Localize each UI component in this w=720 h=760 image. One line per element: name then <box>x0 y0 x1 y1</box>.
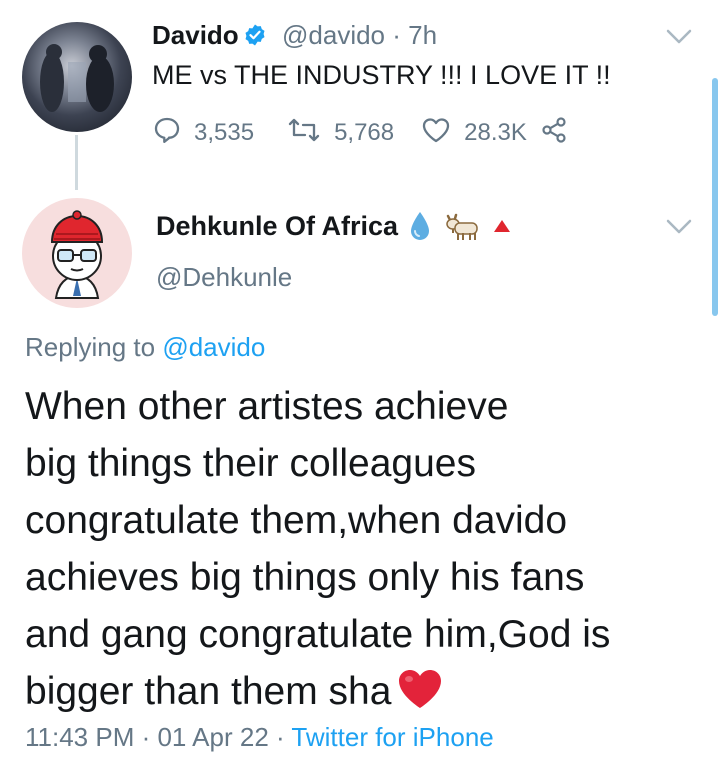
davido-meta: @davido · 7h <box>282 20 437 51</box>
reply-line: congratulate them,when davido <box>25 499 568 542</box>
tweet-actions: 3,535 5,768 28.3K <box>152 116 581 150</box>
thread-line <box>75 135 78 190</box>
reply-count: 3,535 <box>194 119 255 146</box>
like-icon <box>420 115 464 152</box>
reply-line: big things their colleagues <box>25 442 476 485</box>
reply-line: achieves big things only his fans <box>25 556 585 599</box>
reply-icon <box>152 115 194 152</box>
dehkunle-display-name[interactable]: Dehkunle Of Africa <box>156 210 512 242</box>
goat-icon <box>442 210 482 242</box>
replying-to-link[interactable]: @davido <box>162 332 265 362</box>
red-triangle-icon <box>492 216 512 236</box>
reply-line: When other artistes achieve <box>25 385 509 428</box>
tweet-time[interactable]: 7h <box>408 20 437 50</box>
dehkunle-handle[interactable]: @Dehkunle <box>156 262 292 293</box>
tweet-source[interactable]: Twitter for iPhone <box>291 722 493 752</box>
dehkunle-avatar[interactable] <box>22 198 132 308</box>
like-count: 28.3K <box>464 119 527 146</box>
replying-to: Replying to @davido <box>25 332 266 362</box>
verified-badge-icon <box>243 23 267 54</box>
retweet-icon <box>286 115 334 152</box>
davido-display-name[interactable]: Davido <box>152 20 267 54</box>
chevron-down-icon[interactable] <box>664 27 694 47</box>
reply-button[interactable]: 3,535 <box>152 115 254 152</box>
tweet-text: ME vs THE INDUSTRY !!! I LOVE IT !! <box>152 60 611 90</box>
reply-text: When other artistes achieve big things t… <box>25 378 705 726</box>
tweet-timestamp[interactable]: 11:43 PM · 01 Apr 22 · <box>25 722 291 752</box>
share-icon <box>539 115 581 152</box>
retweet-count: 5,768 <box>334 119 395 146</box>
red-heart-icon <box>397 668 443 726</box>
chevron-down-icon[interactable] <box>664 217 694 237</box>
retweet-button[interactable]: 5,768 <box>286 115 394 152</box>
scrollbar[interactable] <box>712 78 718 316</box>
davido-avatar[interactable] <box>22 22 132 132</box>
tweet-footer: 11:43 PM · 01 Apr 22 · Twitter for iPhon… <box>25 722 494 753</box>
like-button[interactable]: 28.3K <box>420 115 527 152</box>
droplet-icon <box>408 210 432 242</box>
reply-line: and gang congratulate him,God is <box>25 613 611 656</box>
meta-separator: · <box>392 20 401 50</box>
share-button[interactable] <box>539 115 581 152</box>
davido-handle[interactable]: @davido <box>282 20 385 50</box>
reply-last-line: bigger than them sha <box>25 663 705 726</box>
